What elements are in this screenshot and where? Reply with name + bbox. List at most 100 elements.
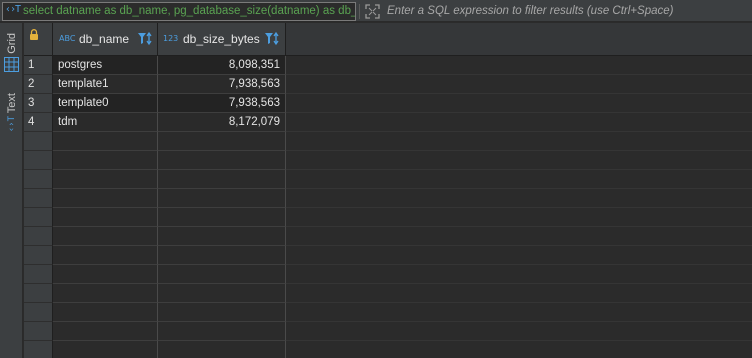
- row-filler: [286, 132, 752, 151]
- row-number: [24, 246, 53, 265]
- empty-row: [24, 284, 752, 303]
- tab-grid[interactable]: Grid: [0, 33, 23, 83]
- empty-row: [24, 341, 752, 358]
- row-filler: [286, 170, 752, 189]
- expand-icon[interactable]: [365, 4, 380, 19]
- cell-empty: [158, 227, 286, 246]
- cell-empty: [158, 170, 286, 189]
- header-filler: [286, 23, 752, 56]
- row-filler: [286, 227, 752, 246]
- row-number[interactable]: 2: [24, 75, 53, 94]
- row-filler: [286, 341, 752, 358]
- table-row[interactable]: 4 tdm 8,172,079: [24, 113, 752, 132]
- number-type-badge: 123: [163, 34, 179, 43]
- header-corner[interactable]: [24, 23, 53, 56]
- column-title: db_size_bytes: [183, 32, 260, 46]
- view-switcher: Grid Text ‹›T: [0, 23, 23, 358]
- cell-db-size-bytes[interactable]: 7,938,563: [158, 75, 286, 94]
- row-number: [24, 265, 53, 284]
- query-preview[interactable]: ‹›T select datname as db_name, pg_databa…: [2, 2, 356, 21]
- filter-sort-icon[interactable]: [137, 31, 153, 47]
- cell-empty: [53, 284, 158, 303]
- lock-icon: [30, 29, 38, 40]
- cell-empty: [158, 189, 286, 208]
- row-filler: [286, 189, 752, 208]
- row-filler: [286, 284, 752, 303]
- filter-input[interactable]: [383, 0, 750, 22]
- cell-empty: [53, 189, 158, 208]
- empty-row: [24, 208, 752, 227]
- row-filler: [286, 94, 752, 113]
- row-filler: [286, 56, 752, 75]
- row-number[interactable]: 4: [24, 113, 53, 132]
- empty-row: [24, 246, 752, 265]
- row-number: [24, 341, 53, 358]
- row-filler: [286, 151, 752, 170]
- divider: [359, 4, 360, 19]
- cell-db-name[interactable]: tdm: [53, 113, 158, 132]
- tab-text[interactable]: Text ‹›T: [0, 93, 23, 153]
- row-number: [24, 189, 53, 208]
- cell-empty: [53, 170, 158, 189]
- cell-empty: [158, 151, 286, 170]
- cell-db-size-bytes[interactable]: 8,098,351: [158, 56, 286, 75]
- cell-db-size-bytes[interactable]: 8,172,079: [158, 113, 286, 132]
- table-row[interactable]: 1 postgres 8,098,351: [24, 56, 752, 75]
- cell-empty: [158, 341, 286, 358]
- cell-empty: [53, 208, 158, 227]
- filter-bar: ‹›T select datname as db_name, pg_databa…: [0, 0, 752, 22]
- row-number[interactable]: 3: [24, 94, 53, 113]
- cell-empty: [53, 303, 158, 322]
- row-filler: [286, 322, 752, 341]
- cell-empty: [53, 227, 158, 246]
- empty-row: [24, 189, 752, 208]
- column-title: db_name: [79, 32, 130, 46]
- results-grid: ABC db_name 123 db_size_bytes 1 postgres…: [24, 23, 752, 358]
- row-number: [24, 132, 53, 151]
- row-filler: [286, 303, 752, 322]
- tab-text-label: Text: [5, 93, 18, 114]
- row-filler: [286, 246, 752, 265]
- grid-body: 1 postgres 8,098,351 2 template1 7,938,5…: [24, 56, 752, 358]
- row-number: [24, 322, 53, 341]
- table-row[interactable]: 2 template1 7,938,563: [24, 75, 752, 94]
- row-number: [24, 170, 53, 189]
- column-header-db-size-bytes[interactable]: 123 db_size_bytes: [158, 23, 286, 56]
- cell-empty: [158, 132, 286, 151]
- empty-row: [24, 265, 752, 284]
- filter-sort-icon[interactable]: [264, 31, 280, 47]
- sql-text-icon: ‹›T: [5, 4, 21, 15]
- tab-grid-label: Grid: [5, 33, 18, 54]
- cell-empty: [53, 246, 158, 265]
- grid-icon: [4, 56, 19, 72]
- text-icon: ‹›T: [6, 116, 17, 133]
- cell-empty: [158, 322, 286, 341]
- cell-empty: [158, 246, 286, 265]
- row-number[interactable]: 1: [24, 56, 53, 75]
- cell-empty: [53, 341, 158, 358]
- cell-db-size-bytes[interactable]: 7,938,563: [158, 94, 286, 113]
- empty-row: [24, 227, 752, 246]
- row-number: [24, 151, 53, 170]
- row-filler: [286, 75, 752, 94]
- table-row[interactable]: 3 template0 7,938,563: [24, 94, 752, 113]
- row-filler: [286, 208, 752, 227]
- cell-empty: [158, 265, 286, 284]
- string-type-badge: ABC: [59, 34, 76, 43]
- row-number: [24, 284, 53, 303]
- cell-empty: [158, 303, 286, 322]
- cell-db-name[interactable]: template1: [53, 75, 158, 94]
- row-number: [24, 208, 53, 227]
- empty-row: [24, 170, 752, 189]
- row-number: [24, 303, 53, 322]
- cell-empty: [53, 322, 158, 341]
- column-header-db-name[interactable]: ABC db_name: [53, 23, 158, 56]
- cell-db-name[interactable]: template0: [53, 94, 158, 113]
- cell-empty: [53, 265, 158, 284]
- results-viewer: ‹›T select datname as db_name, pg_databa…: [0, 0, 752, 358]
- cell-db-name[interactable]: postgres: [53, 56, 158, 75]
- row-filler: [286, 265, 752, 284]
- cell-empty: [53, 132, 158, 151]
- query-text: select datname as db_name, pg_database_s…: [23, 5, 356, 17]
- cell-empty: [53, 151, 158, 170]
